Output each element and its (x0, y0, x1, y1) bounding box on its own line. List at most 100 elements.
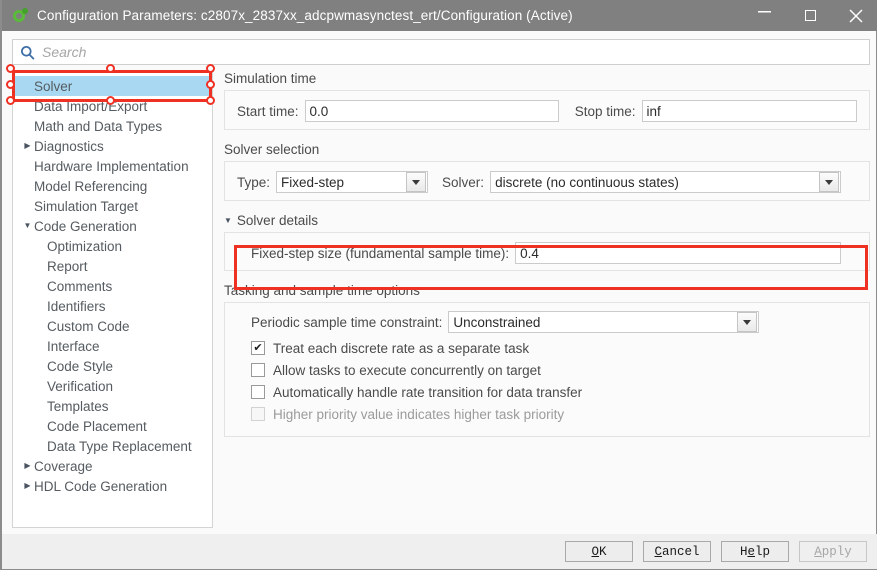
periodic-sample-time-constraint-value: Unconstrained (453, 314, 541, 330)
chevron-down-icon: ▼ (224, 215, 232, 225)
sidebar-item-label: Verification (47, 378, 114, 394)
chevron-down-icon[interactable] (737, 312, 758, 332)
window-title: Configuration Parameters: c2807x_2837xx_… (37, 8, 573, 23)
close-button[interactable] (833, 0, 877, 31)
solver-type-value: Fixed-step (281, 174, 345, 190)
checkbox-row[interactable]: ✔ Treat each discrete rate as a separate … (251, 337, 857, 359)
sidebar-item-coverage[interactable]: ▶ Coverage (13, 456, 212, 476)
tasking-panel: Periodic sample time constraint: Unconst… (224, 302, 870, 437)
sidebar-item-hdl-code-generation[interactable]: ▶ HDL Code Generation (13, 476, 212, 496)
minimize-icon (757, 11, 771, 13)
solver-label: Solver: (442, 174, 485, 190)
sidebar-item-identifiers[interactable]: Identifiers (13, 296, 212, 316)
sidebar-item-comments[interactable]: Comments (13, 276, 212, 296)
selection-handle[interactable] (105, 63, 115, 73)
sidebar-item-simulation-target[interactable]: Simulation Target (13, 196, 212, 216)
selection-handle[interactable] (205, 79, 215, 89)
sidebar-item-label: Identifiers (47, 298, 106, 314)
selection-handle[interactable] (205, 95, 215, 105)
sidebar-item-interface[interactable]: Interface (13, 336, 212, 356)
chevron-down-icon[interactable]: ▼ (21, 222, 34, 230)
chevron-down-icon[interactable] (819, 172, 840, 192)
sidebar-item-hardware-implementation[interactable]: Hardware Implementation (13, 156, 212, 176)
stop-time-label: Stop time: (574, 103, 636, 119)
sidebar-item-label: HDL Code Generation (34, 478, 168, 494)
close-icon (849, 9, 863, 22)
selection-handle[interactable] (105, 95, 115, 105)
solver-type-combobox[interactable]: Fixed-step (276, 171, 429, 193)
sidebar-item-solver[interactable]: Solver (13, 76, 212, 96)
selection-handle[interactable] (5, 63, 15, 73)
title-bar: Configuration Parameters: c2807x_2837xx_… (2, 0, 877, 31)
checkbox-row: Higher priority value indicates higher t… (251, 403, 857, 425)
sidebar-item-label: Interface (47, 338, 100, 354)
settings-tree-panel[interactable]: Solver Data Import/Export Math and Data Ty… (12, 71, 213, 528)
search-icon (20, 45, 35, 60)
selection-handle[interactable] (5, 79, 15, 89)
checkbox-label: Higher priority value indicates higher t… (273, 406, 565, 422)
sidebar-item-label: Solver (34, 78, 73, 94)
sidebar-item-custom-code[interactable]: Custom Code (13, 316, 212, 336)
maximize-button[interactable] (787, 0, 833, 31)
sidebar-item-math-and-data-types[interactable]: Math and Data Types (13, 116, 212, 136)
button-label: Apply (814, 544, 852, 559)
sidebar-item-label: Optimization (47, 238, 123, 254)
stop-time-input[interactable]: inf (641, 100, 857, 122)
periodic-sample-time-constraint-label: Periodic sample time constraint: (251, 314, 443, 330)
solver-combobox[interactable]: discrete (no continuous states) (490, 171, 842, 193)
checkbox-row[interactable]: Automatically handle rate transition for… (251, 381, 857, 403)
sidebar-item-data-type-replacement[interactable]: Data Type Replacement (13, 436, 212, 456)
minimize-button[interactable] (741, 0, 787, 31)
solver-details-panel: Fixed-step size (fundamental sample time… (224, 232, 870, 271)
sidebar-item-report[interactable]: Report (13, 256, 212, 276)
apply-button: Apply (799, 541, 867, 562)
checkbox-label: Allow tasks to execute concurrently on t… (273, 362, 541, 378)
sidebar-item-label: Math and Data Types (34, 118, 163, 134)
checkbox-checked-icon[interactable]: ✔ (251, 341, 265, 355)
chevron-down-icon[interactable] (406, 172, 427, 192)
checkbox-unchecked-icon[interactable] (251, 363, 265, 377)
sidebar-item-code-style[interactable]: Code Style (13, 356, 212, 376)
checkbox-unchecked-icon[interactable] (251, 385, 265, 399)
button-label: Cancel (654, 544, 700, 559)
sidebar-item-label: Model Referencing (34, 178, 148, 194)
checkbox-label: Treat each discrete rate as a separate t… (273, 340, 530, 356)
fixed-step-size-input[interactable]: 0.4 (515, 242, 842, 264)
chevron-right-icon[interactable]: ▶ (21, 462, 34, 470)
sidebar-item-label: Data Type Replacement (47, 438, 192, 454)
sidebar-item-templates[interactable]: Templates (13, 396, 212, 416)
solver-pane: Simulation time Start time: 0.0 Stop tim… (224, 71, 870, 528)
search-bar[interactable]: Search (12, 39, 870, 65)
sidebar-item-label: Code Placement (47, 418, 147, 434)
checkbox-unchecked-icon (251, 407, 265, 421)
sidebar-item-label: Code Style (47, 358, 114, 374)
sidebar-item-code-placement[interactable]: Code Placement (13, 416, 212, 436)
start-time-input[interactable]: 0.0 (304, 100, 559, 122)
search-input-placeholder[interactable]: Search (42, 44, 86, 60)
chevron-right-icon[interactable]: ▶ (21, 482, 34, 490)
button-label: OK (591, 544, 607, 559)
sidebar-item-label: Diagnostics (34, 138, 104, 154)
sidebar-item-label: Report (47, 258, 88, 274)
selection-handle[interactable] (205, 63, 215, 73)
sidebar-item-diagnostics[interactable]: ▶ Diagnostics (13, 136, 212, 156)
solver-details-label: Solver details (236, 213, 318, 228)
selection-handle[interactable] (5, 95, 15, 105)
sidebar-item-model-referencing[interactable]: Model Referencing (13, 176, 212, 196)
sidebar-item-label: Code Generation (34, 218, 137, 234)
cancel-button[interactable]: Cancel (643, 541, 711, 562)
sidebar-item-label: Hardware Implementation (34, 158, 189, 174)
periodic-sample-time-constraint-combobox[interactable]: Unconstrained (448, 311, 760, 333)
ok-button[interactable]: OK (565, 541, 633, 562)
chevron-right-icon[interactable]: ▶ (21, 142, 34, 150)
sidebar-item-code-generation[interactable]: ▼ Code Generation (13, 216, 212, 236)
solver-selection-group-label: Solver selection (224, 142, 320, 157)
help-button[interactable]: Help (721, 541, 789, 562)
sidebar-item-optimization[interactable]: Optimization (13, 236, 212, 256)
sidebar-item-label: Coverage (34, 458, 93, 474)
checkbox-label: Automatically handle rate transition for… (273, 384, 583, 400)
solver-details-section-header[interactable]: ▼ Solver details (224, 213, 870, 228)
sidebar-item-verification[interactable]: Verification (13, 376, 212, 396)
checkbox-row[interactable]: Allow tasks to execute concurrently on t… (251, 359, 857, 381)
dialog-footer: OK Cancel Help Apply (2, 534, 877, 569)
